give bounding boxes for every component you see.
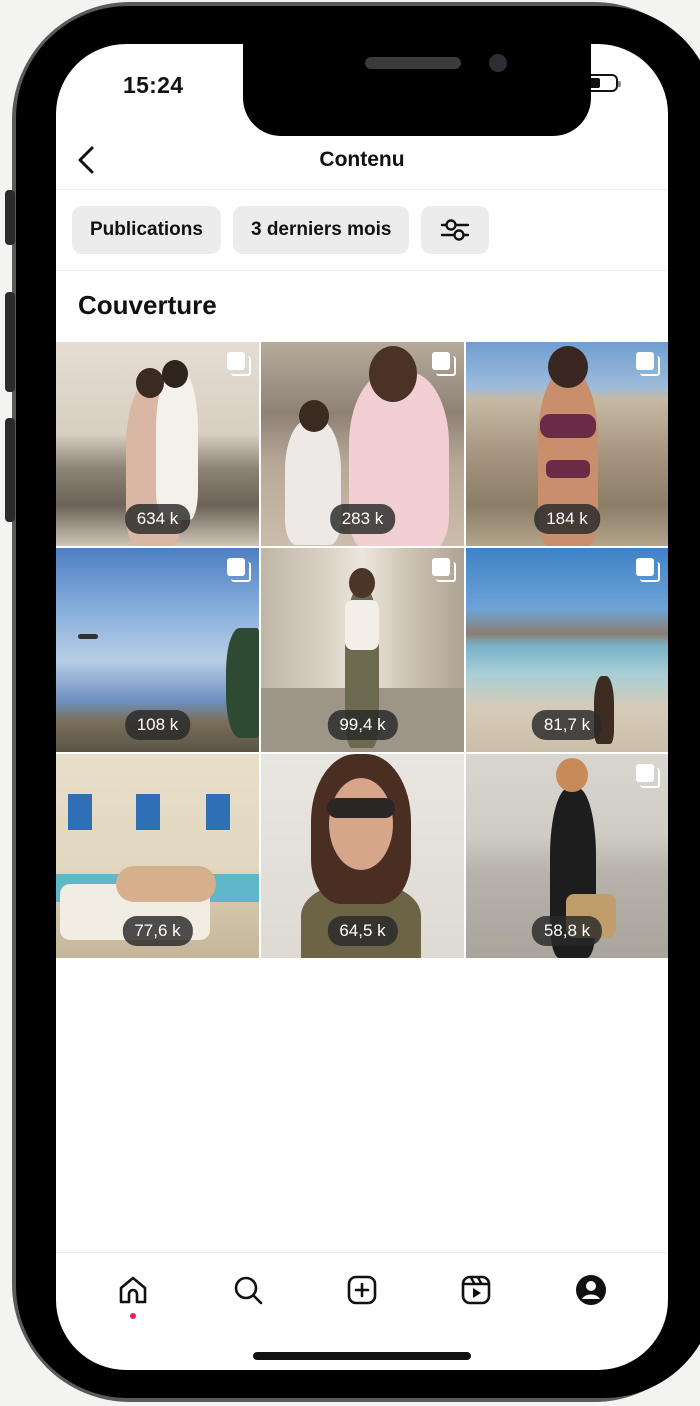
volume-down-button bbox=[5, 418, 15, 522]
post-reach-badge: 108 k bbox=[124, 710, 191, 740]
filter-bar: Publications 3 derniers mois bbox=[72, 206, 490, 254]
post-reach-badge: 283 k bbox=[329, 504, 396, 534]
post-tile[interactable]: 634 k bbox=[56, 342, 259, 546]
carousel-icon bbox=[227, 558, 251, 582]
post-reach-badge: 58,8 k bbox=[531, 916, 603, 946]
nav-profile[interactable] bbox=[566, 1265, 616, 1315]
profile-icon bbox=[575, 1274, 606, 1305]
post-tile[interactable]: 283 k bbox=[261, 342, 464, 546]
post-reach-badge: 99,4 k bbox=[327, 710, 398, 740]
nav-home[interactable] bbox=[108, 1265, 158, 1319]
search-icon bbox=[234, 1276, 262, 1304]
top-header: Contenu bbox=[56, 136, 668, 190]
divider bbox=[56, 270, 668, 271]
speaker bbox=[365, 57, 461, 69]
post-reach-badge: 184 k bbox=[534, 504, 600, 534]
section-title: Couverture bbox=[78, 290, 217, 320]
volume-up-button bbox=[5, 292, 15, 392]
status-time: 15:24 bbox=[123, 72, 184, 98]
carousel-icon bbox=[636, 352, 660, 376]
post-reach-badge: 634 k bbox=[124, 504, 191, 534]
posts-grid: 634 k 283 k 184 k 108 k 99,4 k 81,7 k 77… bbox=[56, 342, 668, 958]
carousel-icon bbox=[636, 558, 660, 582]
post-reach-badge: 64,5 k bbox=[327, 916, 398, 946]
sliders-icon bbox=[441, 219, 470, 241]
screen: 15:24 Contenu Publications 3 derniers mo… bbox=[56, 44, 668, 1370]
reels-icon bbox=[462, 1275, 491, 1304]
post-reach-badge: 77,6 k bbox=[122, 916, 193, 946]
home-icon bbox=[119, 1276, 147, 1303]
front-camera bbox=[489, 54, 507, 72]
post-tile[interactable]: 99,4 k bbox=[261, 548, 464, 752]
filter-content-type[interactable]: Publications bbox=[72, 206, 221, 254]
nav-reels[interactable] bbox=[451, 1265, 501, 1315]
post-tile[interactable]: 184 k bbox=[466, 342, 668, 546]
nav-search[interactable] bbox=[223, 1265, 273, 1315]
mute-switch bbox=[5, 190, 15, 245]
post-reach-badge: 81,7 k bbox=[531, 710, 603, 740]
page-title: Contenu bbox=[319, 148, 405, 171]
carousel-icon bbox=[432, 352, 456, 376]
filter-settings-button[interactable] bbox=[421, 206, 490, 254]
post-tile[interactable]: 58,8 k bbox=[466, 754, 668, 958]
carousel-icon bbox=[432, 558, 456, 582]
carousel-icon bbox=[636, 764, 660, 788]
bottom-nav bbox=[56, 1252, 668, 1326]
nav-create[interactable] bbox=[337, 1265, 387, 1315]
post-tile[interactable]: 77,6 k bbox=[56, 754, 259, 958]
post-tile[interactable]: 108 k bbox=[56, 548, 259, 752]
notch bbox=[243, 44, 591, 136]
post-tile[interactable]: 64,5 k bbox=[261, 754, 464, 958]
active-dot bbox=[130, 1312, 137, 1319]
add-post-icon bbox=[347, 1275, 377, 1304]
filter-date-range[interactable]: 3 derniers mois bbox=[232, 206, 410, 254]
carousel-icon bbox=[227, 352, 251, 376]
home-indicator bbox=[253, 1352, 471, 1360]
post-tile[interactable]: 81,7 k bbox=[466, 548, 668, 752]
